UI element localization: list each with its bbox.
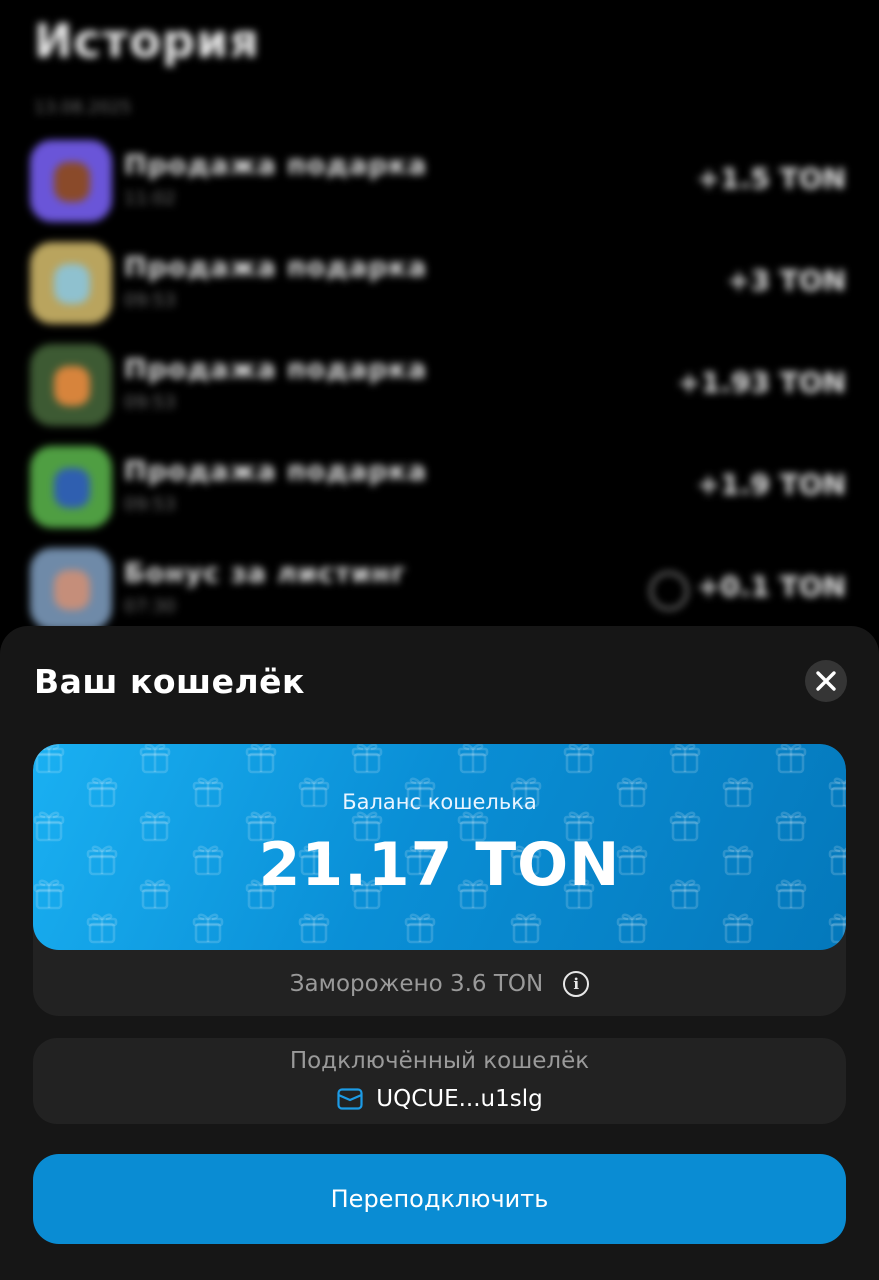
history-item-name: Продажа подарка (124, 354, 428, 385)
history-item-time: 09:53 (124, 290, 176, 311)
gift-thumbnail (30, 242, 112, 324)
history-row[interactable]: Продажа подарка 09:53 +1.93 TON (30, 344, 846, 430)
history-row[interactable]: Продажа подарка 09:53 +3 TON (30, 242, 846, 328)
wallet-label: Подключённый кошелёк (289, 1048, 590, 1074)
gift-thumbnail (30, 548, 112, 630)
gift-icon (33, 744, 65, 774)
wallet-address: UQCUE...u1slg (376, 1086, 543, 1112)
connected-wallet-panel: Подключённый кошелёк UQCUE...u1slg (33, 1038, 846, 1124)
history-row[interactable]: Бонус за листинг 07:30 +0.1 TON (30, 548, 846, 634)
history-row[interactable]: Продажа подарка 11:02 +1.5 TON (30, 140, 846, 226)
gift-image (54, 366, 90, 406)
info-icon[interactable] (650, 572, 688, 610)
history-item-amount: +1.9 TON (696, 468, 846, 501)
balance-panel: Баланс кошелька 21.17 TON Заморожено 3.6… (33, 744, 846, 1016)
wallet-sheet: Ваш кошелёк Баланс кошелька 21.17 TON За… (0, 626, 879, 1280)
gift-icon (86, 913, 118, 944)
history-item-time: 07:30 (124, 596, 176, 617)
history-item-amount: +1.5 TON (696, 162, 846, 195)
gift-icon (457, 744, 489, 774)
gift-icon (616, 913, 648, 944)
close-icon (816, 671, 836, 691)
gift-icon (351, 744, 383, 774)
gift-icon (775, 744, 807, 774)
gift-icon (722, 913, 754, 944)
gift-icon (510, 913, 542, 944)
history-item-name: Продажа подарка (124, 252, 428, 283)
history-item-name: Продажа подарка (124, 456, 428, 487)
balance-value: 21.17 TON (258, 830, 621, 900)
balance-label: Баланс кошелька (342, 790, 537, 814)
history-item-time: 11:02 (124, 188, 176, 209)
gift-icon (245, 744, 277, 774)
history-item-name: Продажа подарка (124, 150, 428, 181)
history-item-amount: +0.1 TON (696, 570, 846, 603)
history-row[interactable]: Продажа подарка 09:53 +1.9 TON (30, 446, 846, 532)
history-date: 13.08.2025 (34, 98, 132, 118)
wallet-icon (337, 1088, 363, 1110)
gift-icon (192, 913, 224, 944)
history-title: История (34, 14, 260, 68)
gift-image (54, 162, 90, 202)
gift-image (54, 468, 90, 508)
gift-icon (404, 913, 436, 944)
history-item-amount: +3 TON (726, 264, 846, 297)
balance-card: Баланс кошелька 21.17 TON (33, 744, 846, 950)
close-button[interactable] (805, 660, 847, 702)
info-icon[interactable]: i (563, 971, 590, 997)
gift-icon (669, 744, 701, 774)
frozen-row: Заморожено 3.6 TON i (33, 962, 846, 1006)
history-item-name: Бонус за листинг (124, 558, 407, 589)
gift-thumbnail (30, 446, 112, 528)
sheet-title: Ваш кошелёк (34, 662, 305, 701)
frozen-amount: Заморожено 3.6 TON (289, 971, 544, 997)
history-screen: История 13.08.2025 Продажа подарка 11:02 +… (0, 0, 879, 640)
gift-thumbnail (30, 344, 112, 426)
history-item-time: 09:53 (124, 392, 176, 413)
gift-icon (139, 744, 171, 774)
wallet-address-row[interactable]: UQCUE...u1slg (33, 1082, 846, 1116)
gift-image (54, 570, 90, 610)
gift-icon (563, 744, 595, 774)
history-item-time: 09:53 (124, 494, 176, 515)
history-item-amount: +1.93 TON (677, 366, 846, 399)
gift-icon (828, 913, 846, 944)
gift-thumbnail (30, 140, 112, 222)
reconnect-button[interactable]: Переподключить (33, 1154, 846, 1244)
gift-icon (298, 913, 330, 944)
gift-image (54, 264, 90, 304)
